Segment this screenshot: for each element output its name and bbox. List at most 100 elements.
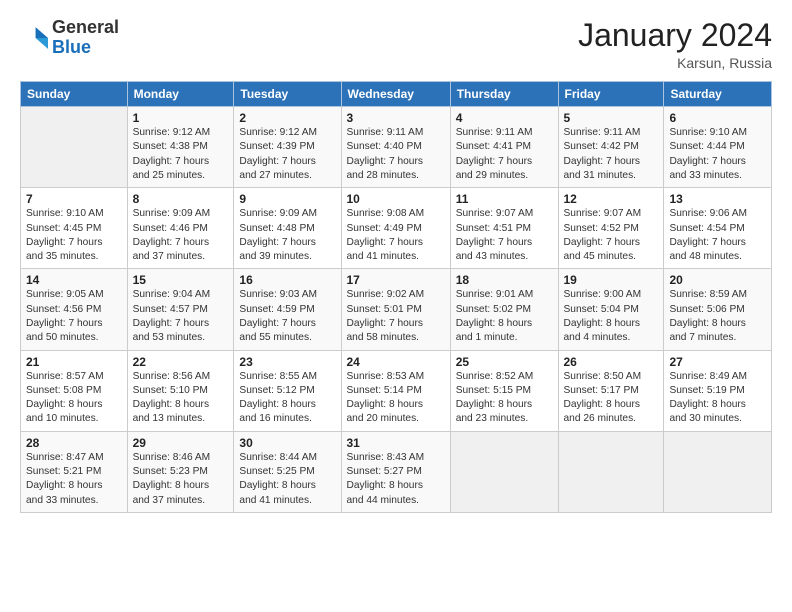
- calendar-cell: 12Sunrise: 9:07 AMSunset: 4:52 PMDayligh…: [558, 188, 664, 269]
- calendar-cell: 20Sunrise: 8:59 AMSunset: 5:06 PMDayligh…: [664, 269, 772, 350]
- calendar-cell: 16Sunrise: 9:03 AMSunset: 4:59 PMDayligh…: [234, 269, 341, 350]
- calendar-week-3: 14Sunrise: 9:05 AMSunset: 4:56 PMDayligh…: [21, 269, 772, 350]
- day-number: 22: [133, 355, 229, 369]
- calendar-cell: 2Sunrise: 9:12 AMSunset: 4:39 PMDaylight…: [234, 107, 341, 188]
- page: General Blue January 2024 Karsun, Russia…: [0, 0, 792, 612]
- logo-blue-text: Blue: [52, 37, 91, 57]
- day-number: 28: [26, 436, 122, 450]
- calendar-cell: 15Sunrise: 9:04 AMSunset: 4:57 PMDayligh…: [127, 269, 234, 350]
- day-info: Sunrise: 9:11 AMSunset: 4:40 PMDaylight:…: [347, 126, 445, 183]
- calendar-cell: 11Sunrise: 9:07 AMSunset: 4:51 PMDayligh…: [450, 188, 558, 269]
- day-number: 23: [239, 355, 335, 369]
- calendar-table: SundayMondayTuesdayWednesdayThursdayFrid…: [20, 81, 772, 513]
- day-info: Sunrise: 9:04 AMSunset: 4:57 PMDaylight:…: [133, 288, 229, 345]
- day-info: Sunrise: 9:11 AMSunset: 4:41 PMDaylight:…: [456, 126, 553, 183]
- calendar-week-5: 28Sunrise: 8:47 AMSunset: 5:21 PMDayligh…: [21, 431, 772, 512]
- calendar-cell: 28Sunrise: 8:47 AMSunset: 5:21 PMDayligh…: [21, 431, 128, 512]
- day-number: 1: [133, 111, 229, 125]
- calendar-cell: 10Sunrise: 9:08 AMSunset: 4:49 PMDayligh…: [341, 188, 450, 269]
- calendar-cell: 30Sunrise: 8:44 AMSunset: 5:25 PMDayligh…: [234, 431, 341, 512]
- calendar-cell: [450, 431, 558, 512]
- month-title: January 2024: [578, 18, 772, 53]
- title-block: January 2024 Karsun, Russia: [578, 18, 772, 71]
- day-number: 3: [347, 111, 445, 125]
- day-info: Sunrise: 9:10 AMSunset: 4:44 PMDaylight:…: [669, 126, 766, 183]
- calendar-cell: 23Sunrise: 8:55 AMSunset: 5:12 PMDayligh…: [234, 350, 341, 431]
- day-number: 29: [133, 436, 229, 450]
- day-info: Sunrise: 9:03 AMSunset: 4:59 PMDaylight:…: [239, 288, 335, 345]
- logo: General Blue: [20, 18, 119, 58]
- day-info: Sunrise: 9:08 AMSunset: 4:49 PMDaylight:…: [347, 207, 445, 264]
- day-info: Sunrise: 9:12 AMSunset: 4:39 PMDaylight:…: [239, 126, 335, 183]
- day-info: Sunrise: 8:44 AMSunset: 5:25 PMDaylight:…: [239, 451, 335, 508]
- location: Karsun, Russia: [578, 55, 772, 71]
- calendar-cell: 3Sunrise: 9:11 AMSunset: 4:40 PMDaylight…: [341, 107, 450, 188]
- day-number: 24: [347, 355, 445, 369]
- calendar-week-2: 7Sunrise: 9:10 AMSunset: 4:45 PMDaylight…: [21, 188, 772, 269]
- day-number: 10: [347, 192, 445, 206]
- calendar-cell: [664, 431, 772, 512]
- day-number: 11: [456, 192, 553, 206]
- day-info: Sunrise: 8:47 AMSunset: 5:21 PMDaylight:…: [26, 451, 122, 508]
- day-number: 14: [26, 273, 122, 287]
- day-info: Sunrise: 8:53 AMSunset: 5:14 PMDaylight:…: [347, 370, 445, 427]
- calendar-cell: 31Sunrise: 8:43 AMSunset: 5:27 PMDayligh…: [341, 431, 450, 512]
- calendar-cell: 8Sunrise: 9:09 AMSunset: 4:46 PMDaylight…: [127, 188, 234, 269]
- day-info: Sunrise: 8:59 AMSunset: 5:06 PMDaylight:…: [669, 288, 766, 345]
- day-number: 31: [347, 436, 445, 450]
- logo-icon: [20, 24, 48, 52]
- day-header-thursday: Thursday: [450, 82, 558, 107]
- day-number: 2: [239, 111, 335, 125]
- day-header-friday: Friday: [558, 82, 664, 107]
- calendar-cell: 27Sunrise: 8:49 AMSunset: 5:19 PMDayligh…: [664, 350, 772, 431]
- day-number: 18: [456, 273, 553, 287]
- day-info: Sunrise: 8:52 AMSunset: 5:15 PMDaylight:…: [456, 370, 553, 427]
- day-number: 17: [347, 273, 445, 287]
- day-info: Sunrise: 9:05 AMSunset: 4:56 PMDaylight:…: [26, 288, 122, 345]
- day-header-wednesday: Wednesday: [341, 82, 450, 107]
- day-number: 6: [669, 111, 766, 125]
- calendar-cell: 25Sunrise: 8:52 AMSunset: 5:15 PMDayligh…: [450, 350, 558, 431]
- day-number: 5: [564, 111, 659, 125]
- calendar-cell: 26Sunrise: 8:50 AMSunset: 5:17 PMDayligh…: [558, 350, 664, 431]
- calendar-cell: 6Sunrise: 9:10 AMSunset: 4:44 PMDaylight…: [664, 107, 772, 188]
- day-info: Sunrise: 8:49 AMSunset: 5:19 PMDaylight:…: [669, 370, 766, 427]
- calendar-cell: 9Sunrise: 9:09 AMSunset: 4:48 PMDaylight…: [234, 188, 341, 269]
- calendar-cell: 22Sunrise: 8:56 AMSunset: 5:10 PMDayligh…: [127, 350, 234, 431]
- day-info: Sunrise: 8:43 AMSunset: 5:27 PMDaylight:…: [347, 451, 445, 508]
- day-header-tuesday: Tuesday: [234, 82, 341, 107]
- calendar-cell: [558, 431, 664, 512]
- calendar-cell: 19Sunrise: 9:00 AMSunset: 5:04 PMDayligh…: [558, 269, 664, 350]
- day-info: Sunrise: 8:57 AMSunset: 5:08 PMDaylight:…: [26, 370, 122, 427]
- calendar-cell: 17Sunrise: 9:02 AMSunset: 5:01 PMDayligh…: [341, 269, 450, 350]
- day-number: 30: [239, 436, 335, 450]
- calendar-cell: 1Sunrise: 9:12 AMSunset: 4:38 PMDaylight…: [127, 107, 234, 188]
- calendar-cell: 21Sunrise: 8:57 AMSunset: 5:08 PMDayligh…: [21, 350, 128, 431]
- calendar-cell: 5Sunrise: 9:11 AMSunset: 4:42 PMDaylight…: [558, 107, 664, 188]
- day-info: Sunrise: 9:09 AMSunset: 4:48 PMDaylight:…: [239, 207, 335, 264]
- day-info: Sunrise: 8:50 AMSunset: 5:17 PMDaylight:…: [564, 370, 659, 427]
- calendar-week-1: 1Sunrise: 9:12 AMSunset: 4:38 PMDaylight…: [21, 107, 772, 188]
- day-number: 4: [456, 111, 553, 125]
- day-info: Sunrise: 9:01 AMSunset: 5:02 PMDaylight:…: [456, 288, 553, 345]
- calendar-week-4: 21Sunrise: 8:57 AMSunset: 5:08 PMDayligh…: [21, 350, 772, 431]
- day-number: 21: [26, 355, 122, 369]
- day-number: 13: [669, 192, 766, 206]
- day-info: Sunrise: 9:09 AMSunset: 4:46 PMDaylight:…: [133, 207, 229, 264]
- day-number: 19: [564, 273, 659, 287]
- calendar-cell: 24Sunrise: 8:53 AMSunset: 5:14 PMDayligh…: [341, 350, 450, 431]
- calendar-cell: 18Sunrise: 9:01 AMSunset: 5:02 PMDayligh…: [450, 269, 558, 350]
- day-info: Sunrise: 9:11 AMSunset: 4:42 PMDaylight:…: [564, 126, 659, 183]
- day-number: 27: [669, 355, 766, 369]
- day-header-sunday: Sunday: [21, 82, 128, 107]
- calendar-cell: [21, 107, 128, 188]
- day-info: Sunrise: 8:46 AMSunset: 5:23 PMDaylight:…: [133, 451, 229, 508]
- day-info: Sunrise: 9:07 AMSunset: 4:52 PMDaylight:…: [564, 207, 659, 264]
- day-number: 15: [133, 273, 229, 287]
- day-number: 9: [239, 192, 335, 206]
- day-number: 8: [133, 192, 229, 206]
- calendar-cell: 4Sunrise: 9:11 AMSunset: 4:41 PMDaylight…: [450, 107, 558, 188]
- day-header-saturday: Saturday: [664, 82, 772, 107]
- header: General Blue January 2024 Karsun, Russia: [20, 18, 772, 71]
- day-number: 16: [239, 273, 335, 287]
